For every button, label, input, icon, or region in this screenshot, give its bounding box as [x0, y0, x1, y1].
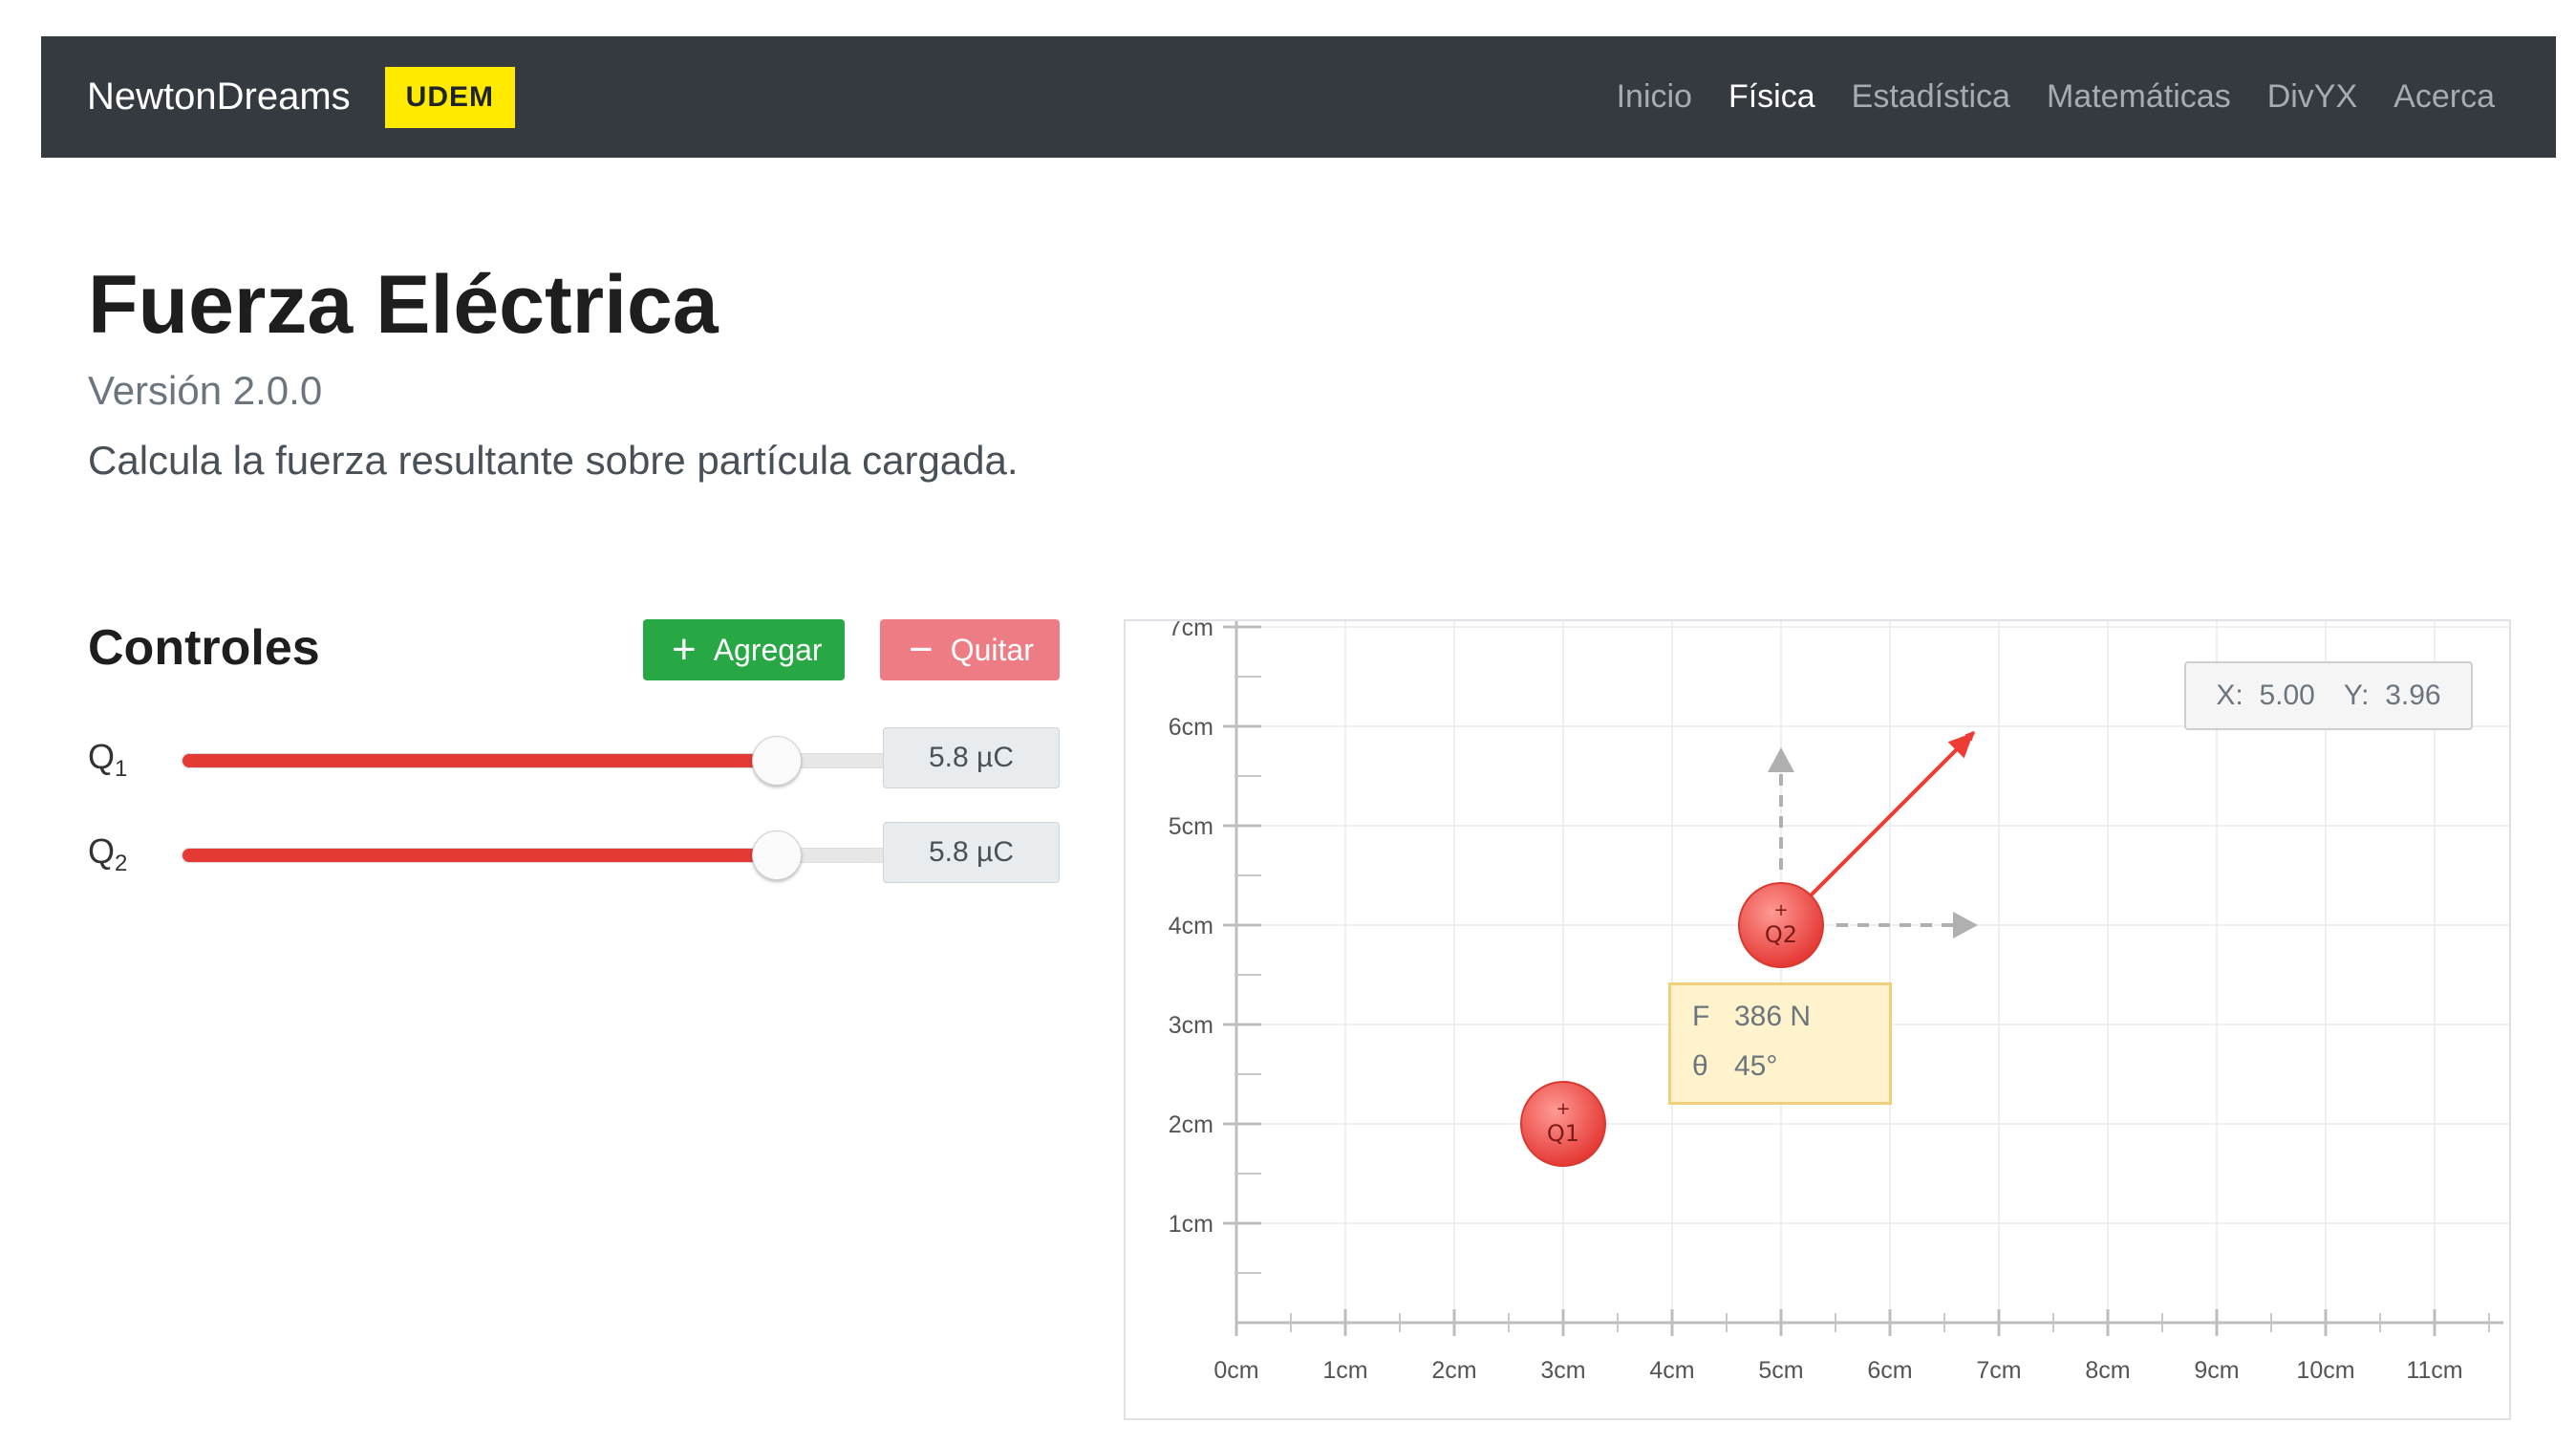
minus-icon: − [909, 626, 934, 673]
slider-thumb-q1[interactable] [751, 736, 802, 786]
charge-label-q2: Q2 [1765, 921, 1797, 948]
charge-sign-q1: + [1556, 1099, 1570, 1119]
slider-fill-q1 [182, 754, 776, 767]
slider-label-q1: Q1 [88, 737, 128, 783]
slider-track-q2[interactable] [182, 830, 925, 880]
y-tick-label: 3cm [1169, 1012, 1213, 1039]
y-tick-label: 2cm [1169, 1111, 1213, 1138]
cursor-coordinates: X: 5.00 Y: 3.96 [2184, 661, 2473, 730]
slider-track-q1[interactable] [182, 736, 925, 786]
navbar: NewtonDreams UDEM Inicio Física Estadíst… [41, 36, 2556, 158]
slider-fill-q2 [182, 849, 776, 862]
force-y-component-head [1768, 747, 1794, 772]
simulation-canvas[interactable]: 0cm 1cm 2cm 3cm 4cm 5cm 6cm 7cm 8cm 9cm 10cm 11cm 1c… [1124, 619, 2511, 1420]
charge-value-q2: 5.8 µC [883, 822, 1060, 883]
x-tick-label: 7cm [1976, 1357, 2021, 1384]
add-charge-button[interactable]: + Agregar [643, 619, 845, 680]
coord-y: Y: 3.96 [2343, 679, 2441, 711]
page-description: Calcula la fuerza resultante sobre partí… [88, 438, 1019, 483]
nav-link-divyx[interactable]: DivYX [2267, 78, 2357, 116]
slider-label-q2: Q2 [88, 831, 128, 877]
y-tick-label: 7cm [1169, 621, 1213, 641]
x-tick-label: 0cm [1213, 1357, 1258, 1384]
force-angle: θ 45° [1692, 1050, 1778, 1082]
charge-value-q1: 5.8 µC [883, 727, 1060, 788]
nav-links: Inicio Física Estadística Matemáticas Di… [1617, 78, 2495, 116]
x-tick-label: 5cm [1758, 1357, 1803, 1384]
y-tick-label: 6cm [1169, 714, 1213, 741]
coord-x: X: 5.00 [2216, 679, 2315, 711]
controls-title: Controles [88, 620, 320, 676]
page-title: Fuerza Eléctrica [88, 259, 719, 351]
version-text: Versión 2.0.0 [88, 368, 323, 413]
y-tick-label: 4cm [1169, 913, 1213, 939]
remove-button-label: Quitar [950, 632, 1034, 667]
add-button-label: Agregar [713, 632, 823, 667]
force-x-component-head [1953, 912, 1978, 938]
force-magnitude: F 386 N [1692, 1001, 1812, 1032]
nav-link-acerca[interactable]: Acerca [2394, 78, 2495, 116]
nav-link-matematicas[interactable]: Matemáticas [2047, 78, 2231, 116]
x-tick-label: 6cm [1867, 1357, 1912, 1384]
x-tick-label: 9cm [2194, 1357, 2239, 1384]
nav-link-estadistica[interactable]: Estadística [1852, 78, 2010, 116]
remove-charge-button[interactable]: − Quitar [880, 619, 1060, 680]
y-tick-label: 1cm [1169, 1211, 1213, 1238]
x-tick-label: 8cm [2085, 1357, 2130, 1384]
nav-link-fisica[interactable]: Física [1728, 78, 1815, 116]
slider-thumb-q2[interactable] [751, 830, 802, 880]
brand-name[interactable]: NewtonDreams [87, 75, 351, 119]
x-tick-label: 2cm [1431, 1357, 1476, 1384]
force-tooltip: F 386 N θ 45° [1668, 982, 1892, 1105]
charge-label-q1: Q1 [1547, 1120, 1579, 1147]
slider-row-q1: Q1 5.8 µC [88, 727, 1060, 788]
udem-badge: UDEM [384, 66, 515, 128]
x-tick-label: 10cm [2296, 1357, 2354, 1384]
x-tick-label: 4cm [1649, 1357, 1694, 1384]
slider-row-q2: Q2 5.8 µC [88, 822, 1060, 883]
x-tick-label: 3cm [1540, 1357, 1585, 1384]
x-tick-label: 11cm [2406, 1357, 2462, 1384]
charge-sign-q2: + [1773, 900, 1788, 920]
y-tick-label: 5cm [1169, 813, 1213, 840]
x-tick-label: 1cm [1322, 1357, 1367, 1384]
nav-link-inicio[interactable]: Inicio [1617, 78, 1692, 116]
plus-icon: + [672, 626, 697, 673]
